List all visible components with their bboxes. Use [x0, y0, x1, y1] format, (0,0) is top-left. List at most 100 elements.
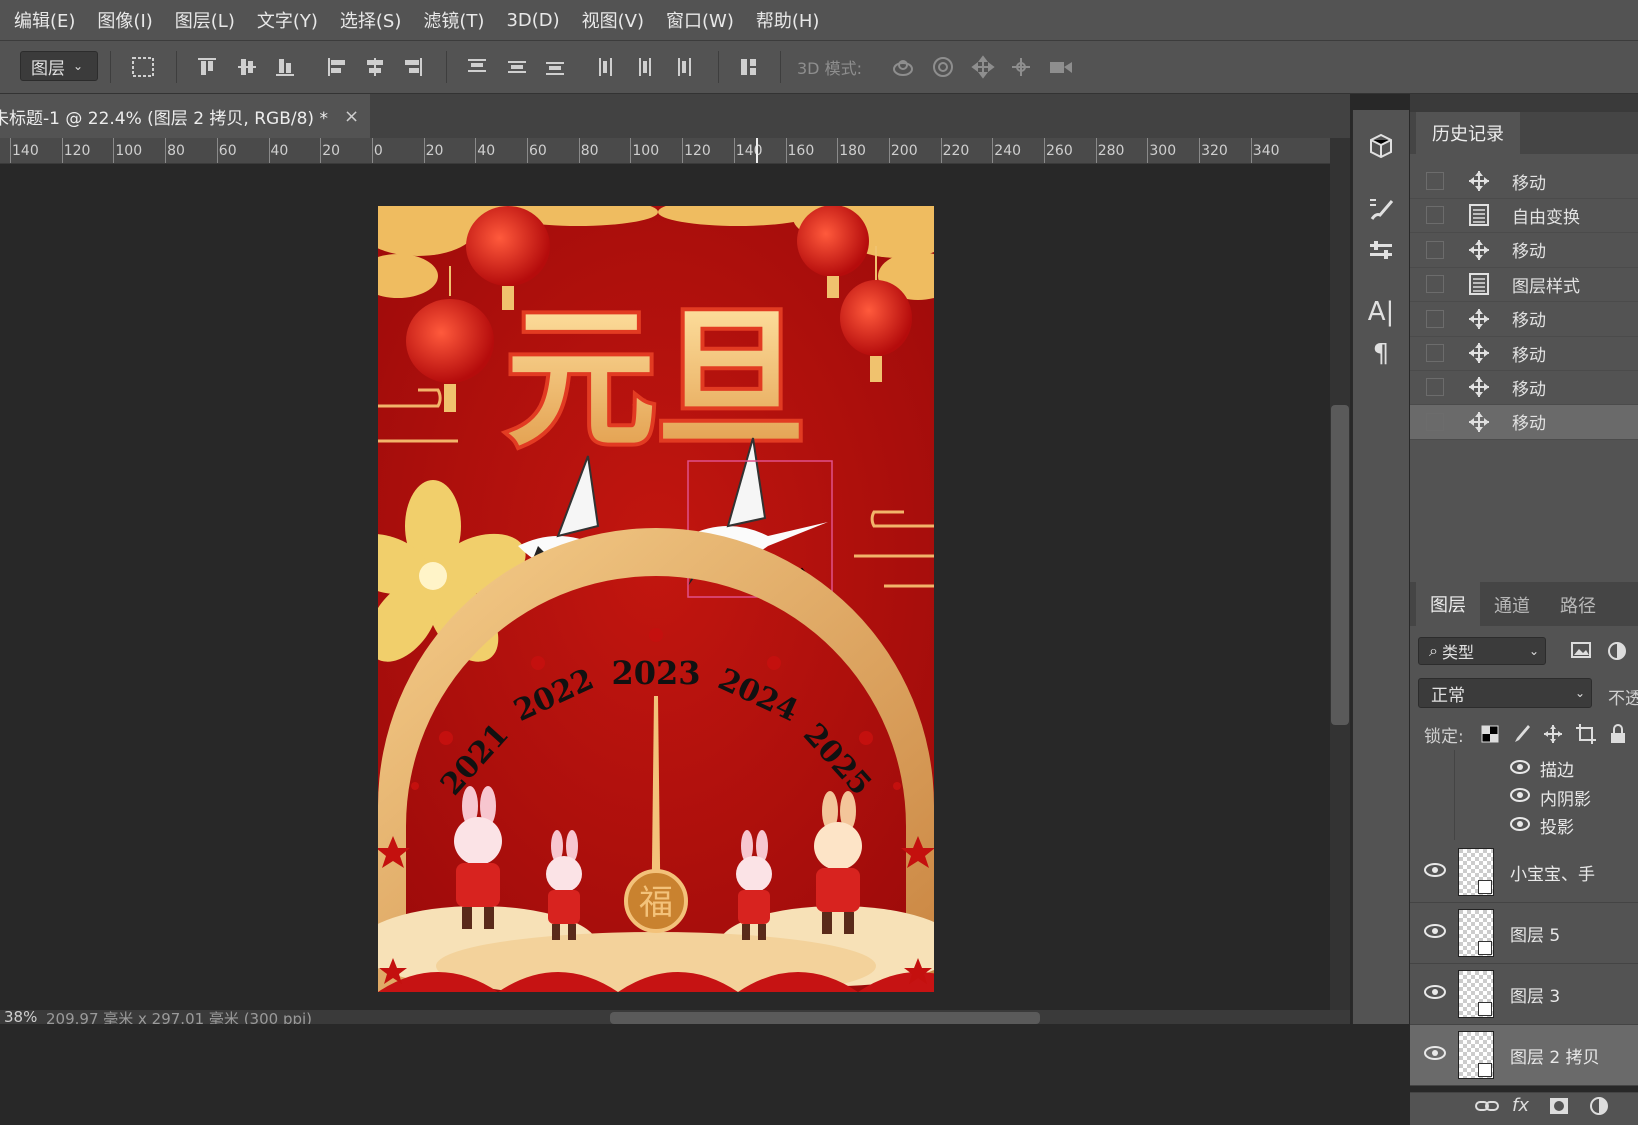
layer-row[interactable]: 图层 5: [1410, 903, 1638, 964]
link-icon[interactable]: [1474, 1095, 1500, 1121]
image-filter-icon[interactable]: [1570, 640, 1592, 664]
menu-edit[interactable]: 编辑(E): [0, 7, 86, 33]
align-top-icon[interactable]: [192, 53, 222, 81]
lock-artboard-icon[interactable]: [1576, 724, 1596, 748]
history-item[interactable]: 移动: [1410, 336, 1638, 371]
history-snapshot-checkbox[interactable]: [1426, 172, 1444, 190]
history-snapshot-checkbox[interactable]: [1426, 309, 1444, 328]
character-panel-icon[interactable]: A|: [1363, 294, 1399, 330]
ruler-tick-label: 40: [270, 143, 289, 159]
layer-filter-dropdown[interactable]: ⌕ 类型 ⌄: [1418, 637, 1546, 665]
ruler-tick-mark: [1199, 138, 1201, 163]
zoom-level[interactable]: 38%: [4, 1010, 37, 1024]
history-item[interactable]: 移动: [1410, 233, 1638, 268]
eye-icon[interactable]: [1424, 862, 1446, 882]
history-snapshot-checkbox[interactable]: [1426, 378, 1444, 397]
distribute-hcenter-icon[interactable]: [630, 53, 660, 81]
lock-all-icon[interactable]: [1608, 724, 1628, 748]
mask-icon[interactable]: [1548, 1095, 1570, 1121]
close-icon[interactable]: ×: [344, 106, 359, 127]
3d-slide-icon[interactable]: [1006, 53, 1036, 81]
3d-orbit-icon[interactable]: [888, 53, 918, 81]
menu-filter[interactable]: 滤镜(T): [412, 7, 495, 33]
history-item[interactable]: 图层样式: [1410, 267, 1638, 303]
layer-row[interactable]: 图层 3: [1410, 964, 1638, 1025]
align-bottom-icon[interactable]: [270, 53, 300, 81]
history-item-label: 自由变换: [1512, 207, 1580, 228]
distribute-vcenter-icon[interactable]: [502, 53, 532, 81]
history-snapshot-checkbox[interactable]: [1426, 206, 1444, 225]
adjustment-filter-icon[interactable]: [1606, 640, 1628, 666]
eye-icon[interactable]: [1424, 923, 1446, 943]
menu-image[interactable]: 图像(I): [86, 7, 163, 33]
distribute-bottom-icon[interactable]: [540, 53, 570, 81]
ruler-tick-mark: [113, 138, 115, 163]
horizontal-scrollbar-thumb[interactable]: [610, 1012, 1040, 1024]
menu-select[interactable]: 选择(S): [329, 7, 412, 33]
transform-controls-icon[interactable]: [128, 53, 158, 81]
eye-icon[interactable]: [1510, 816, 1530, 836]
eye-icon[interactable]: [1424, 1045, 1446, 1065]
panel-collapse-bar[interactable]: [1410, 94, 1638, 112]
menu-layer[interactable]: 图层(L): [164, 7, 246, 33]
align-left-icon[interactable]: [322, 53, 352, 81]
tab-paths[interactable]: 路径: [1560, 592, 1596, 618]
distribute-right-icon[interactable]: [668, 53, 698, 81]
align-right-icon[interactable]: [398, 53, 428, 81]
ruler-tick-mark: [371, 138, 373, 163]
history-tab[interactable]: 历史记录: [1416, 112, 1520, 154]
align-vcenter-icon[interactable]: [232, 53, 262, 81]
tab-channels[interactable]: 通道: [1494, 592, 1530, 618]
history-snapshot-checkbox[interactable]: [1426, 240, 1444, 259]
search-icon: ⌕: [1429, 641, 1438, 660]
layer-effect-row[interactable]: 投影: [1510, 813, 1574, 838]
lock-transparent-icon[interactable]: [1480, 724, 1500, 748]
ruler-tick-label: 60: [529, 143, 547, 159]
poster-artwork[interactable]: 元旦 2023 2022 2024 2021 2025 福: [378, 206, 934, 992]
layer-row[interactable]: 小宝宝、手: [1410, 842, 1638, 903]
history-snapshot-checkbox[interactable]: [1426, 412, 1444, 431]
tab-layers[interactable]: 图层: [1416, 582, 1480, 626]
ruler-tick-label: 100: [632, 143, 660, 159]
eye-icon[interactable]: [1510, 759, 1530, 779]
blend-mode-dropdown[interactable]: 正常 ⌄: [1418, 678, 1592, 708]
menu-3d[interactable]: 3D(D): [495, 10, 570, 31]
3d-roll-icon[interactable]: [928, 53, 958, 81]
ruler-tick-mark: [61, 138, 63, 163]
history-item[interactable]: 移动: [1410, 302, 1638, 337]
eye-icon[interactable]: [1510, 787, 1530, 807]
auto-select-dropdown[interactable]: 图层 ⌄: [20, 51, 98, 81]
history-item[interactable]: 移动: [1410, 164, 1638, 199]
vertical-scrollbar-thumb[interactable]: [1331, 405, 1349, 725]
align-hcenter-icon[interactable]: [360, 53, 390, 81]
lock-position-icon[interactable]: [1543, 724, 1563, 748]
adjustments-icon[interactable]: [1363, 234, 1399, 270]
menu-type[interactable]: 文字(Y): [246, 7, 329, 33]
history-item[interactable]: 自由变换: [1410, 198, 1638, 234]
document-tab[interactable]: 未标题-1 @ 22.4% (图层 2 拷贝, RGB/8) * ×: [0, 94, 370, 138]
3d-panel-icon[interactable]: [1363, 128, 1399, 164]
history-snapshot-checkbox[interactable]: [1426, 344, 1444, 362]
layer-thumbnail: [1458, 909, 1494, 957]
brush-settings-icon[interactable]: [1363, 192, 1399, 228]
3d-pan-icon[interactable]: [968, 53, 998, 81]
history-item[interactable]: 移动: [1410, 404, 1638, 440]
layer-effect-row[interactable]: 描边: [1510, 756, 1574, 781]
layer-row[interactable]: 图层 2 拷贝: [1410, 1025, 1638, 1086]
history-snapshot-checkbox[interactable]: [1426, 275, 1444, 294]
distribute-left-icon[interactable]: [592, 53, 622, 81]
fx-button[interactable]: fx: [1512, 1095, 1529, 1116]
history-item[interactable]: 移动: [1410, 370, 1638, 406]
distribute-top-icon[interactable]: [462, 53, 492, 81]
menu-help[interactable]: 帮助(H): [745, 7, 831, 33]
eye-icon[interactable]: [1424, 984, 1446, 1004]
menu-window[interactable]: 窗口(W): [655, 7, 745, 33]
menu-view[interactable]: 视图(V): [571, 7, 655, 33]
layer-effect-row[interactable]: 内阴影: [1510, 785, 1591, 810]
ruler-tick-mark: [423, 138, 425, 163]
adjustment-icon[interactable]: [1588, 1095, 1610, 1121]
distribute-spacing-icon[interactable]: [734, 53, 764, 81]
lock-pixels-icon[interactable]: [1512, 724, 1532, 748]
paragraph-panel-icon[interactable]: ¶: [1363, 336, 1399, 372]
3d-scale-camera-icon[interactable]: [1046, 53, 1076, 81]
